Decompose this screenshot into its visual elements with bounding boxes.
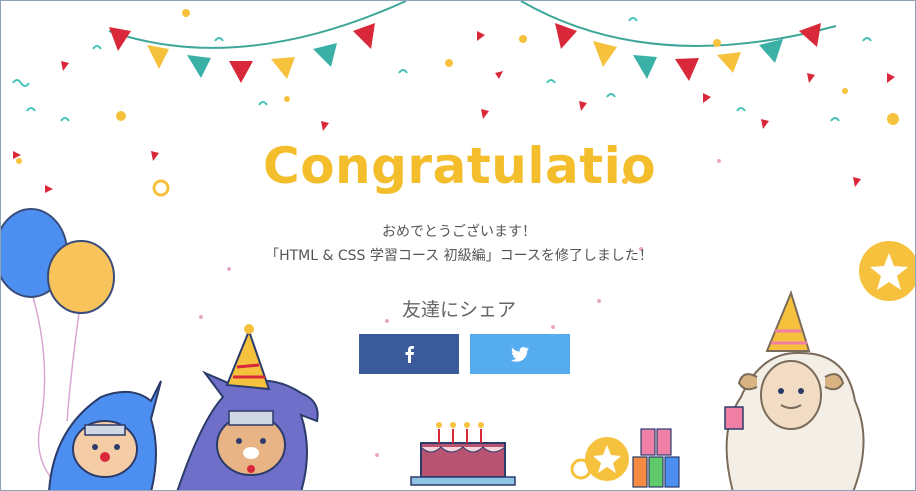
bunting-flag [147,45,169,69]
course-complete-message: 「HTML & CSS 学習コース 初級編」コースを修了しました！ [265,248,653,264]
facebook-share-button[interactable] [359,334,459,374]
bunting-flag [717,52,741,73]
sheep-mascot [724,290,865,490]
page-title: Congratulations [1,137,915,207]
bunting-flag [633,55,657,79]
shark-mascot-blue [48,380,162,490]
cake-icon [410,422,516,486]
bunting-flag [229,61,253,83]
bunting-string-left [108,1,407,49]
congratulations-heading: Congratulations [263,137,655,195]
bunting-flag [593,41,617,67]
bunting-flag [187,55,211,78]
twitter-share-button[interactable] [470,334,570,374]
bunting-flag [759,39,783,63]
bunting-flag [109,27,131,51]
twitter-icon [511,346,529,362]
bunting-flag [271,57,295,79]
party-hat-icon [225,328,271,391]
shark-mascot-purple [176,324,319,490]
course-complete-page: Congratulations おめでとうございます！ 「HTML & CSS … [0,0,916,491]
bunting-flag [313,43,337,67]
bunting-flag [555,23,577,49]
congrats-message: おめでとうございます！ [382,224,536,240]
bunting-flag [353,23,375,49]
facebook-icon [405,346,414,363]
bunting-flag [675,58,699,81]
confetti [12,17,872,122]
share-label: 友達にシェア [401,299,516,321]
cups-stack-icon [632,428,680,488]
